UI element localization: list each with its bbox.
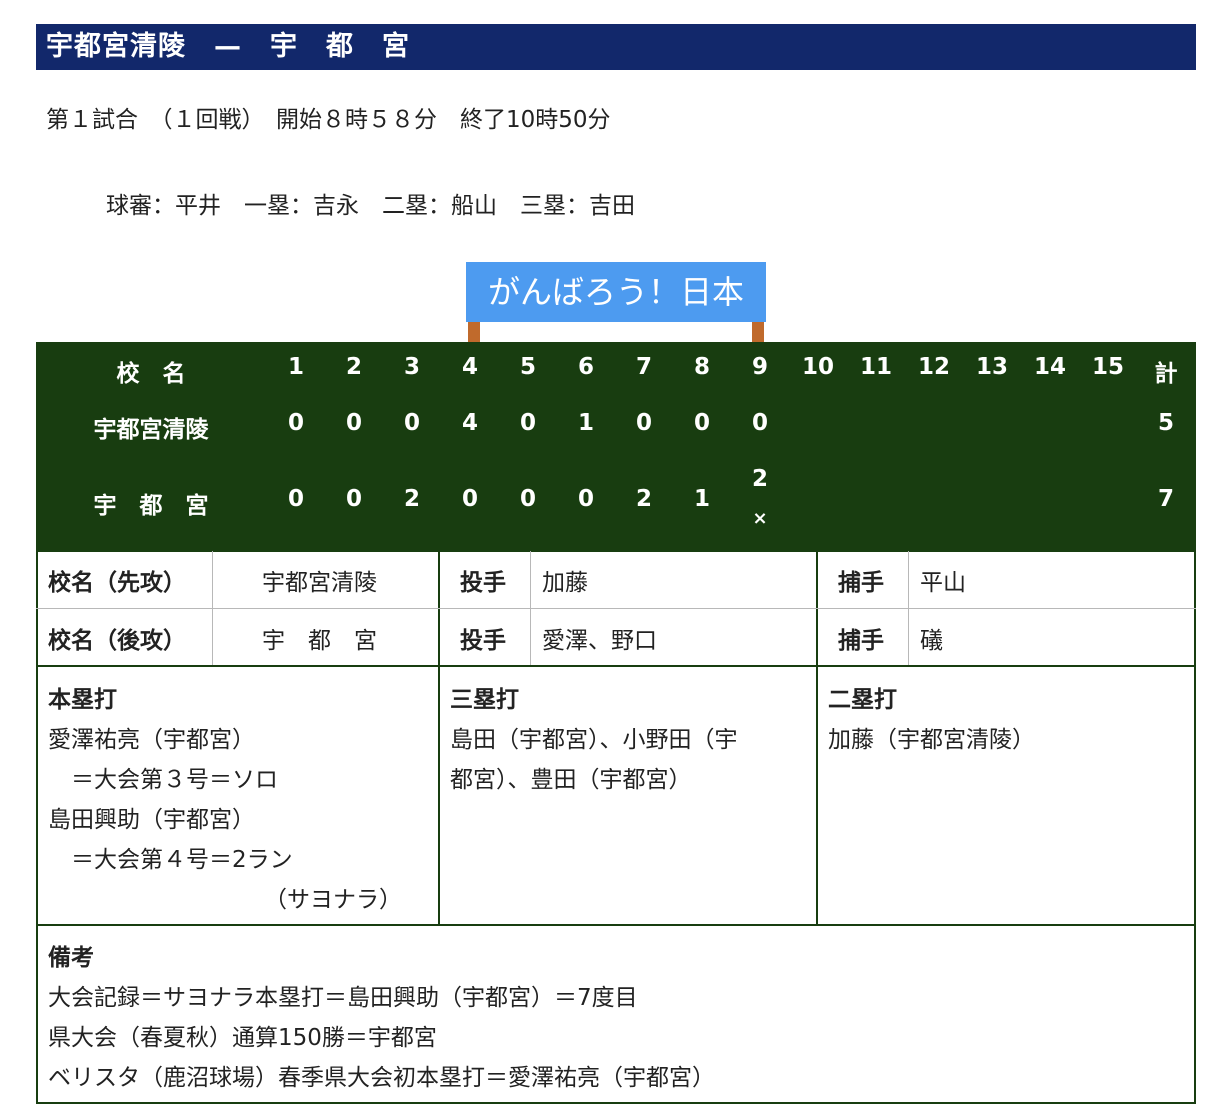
- lineup-label-first: 校名（先攻）: [48, 570, 186, 596]
- inning-score: 0: [287, 410, 304, 436]
- inning-header: 6: [577, 354, 594, 380]
- catcher-label: 捕手: [838, 570, 884, 596]
- inning-score: 1: [577, 410, 594, 436]
- page-title: 宇都宮清陵 — 宇 都 宮: [36, 24, 1196, 70]
- catcher-label: 捕手: [838, 628, 884, 654]
- inning-score: 0: [519, 486, 536, 512]
- remarks-line: 県大会（春夏秋）通算150勝＝宇都宮: [48, 1025, 437, 1051]
- inning-header: 7: [635, 354, 652, 380]
- triple-line: 都宮）、豊田（宇都宮）: [450, 767, 692, 793]
- remarks-line: 大会記録＝サヨナラ本塁打＝島田興助（宇都宮）＝7度目: [48, 985, 638, 1011]
- double-line: 加藤（宇都宮清陵）: [828, 727, 1035, 753]
- triple-line: 島田（宇都宮）、小野田（宇: [450, 727, 738, 753]
- scoreboard-header-name: 校 名: [116, 361, 186, 387]
- inning-header: 13: [975, 354, 1008, 380]
- lineup-label-second: 校名（後攻）: [48, 628, 186, 654]
- inning-score: 0: [577, 486, 594, 512]
- lineup-team-second: 宇 都 宮: [262, 628, 377, 654]
- remarks-title: 備考: [48, 945, 94, 971]
- inning-header: 11: [859, 354, 892, 380]
- total-score: 5: [1157, 410, 1174, 436]
- remarks-line: ベリスタ（鹿沼球場）春季県大会初本塁打＝愛澤祐亮（宇都宮）: [48, 1065, 715, 1091]
- total-score: 7: [1157, 486, 1174, 512]
- triple-title: 三塁打: [450, 687, 519, 713]
- inning-score: 0: [693, 410, 710, 436]
- game-info: 第１試合 （１回戦） 開始８時５８分 終了10時50分: [46, 107, 611, 133]
- umpire-info: 球審：平井 一塁：吉永 二塁：船山 三塁：吉田: [106, 193, 635, 219]
- inning-score: 0: [345, 486, 362, 512]
- inning-score: 0: [751, 410, 768, 436]
- home-run-line: ＝大会第３号＝ソロ: [48, 767, 278, 793]
- inning-score: 0: [345, 410, 362, 436]
- inning-score: 0: [287, 486, 304, 512]
- home-run-title: 本塁打: [48, 687, 117, 713]
- pitcher-name: 加藤: [542, 570, 588, 596]
- catcher-name: 平山: [920, 570, 966, 596]
- inning-header: 9: [751, 354, 768, 380]
- inning-score: 2: [751, 466, 768, 492]
- inning-header: 4: [461, 354, 478, 380]
- team-name-home: 宇 都 宮: [93, 493, 209, 519]
- inning-score: 0: [403, 410, 420, 436]
- inning-score: 0: [635, 410, 652, 436]
- inning-header: 5: [519, 354, 536, 380]
- inning-header: 14: [1033, 354, 1066, 380]
- pitcher-label: 投手: [460, 570, 506, 596]
- scoreboard: 校 名 1 2 3 4 5 6 7 8 9 10 11 12 13 14 15 …: [36, 342, 1196, 552]
- inning-score: 2: [635, 486, 652, 512]
- total-header: 計: [1154, 361, 1178, 387]
- pitcher-name: 愛澤、野口: [542, 628, 657, 654]
- sign-post-left: [468, 322, 480, 344]
- inning-score: 2: [403, 486, 420, 512]
- team-name-visitor: 宇都宮清陵: [93, 417, 209, 443]
- double-title: 二塁打: [828, 687, 897, 713]
- home-run-line: ＝大会第４号＝2ラン: [48, 847, 293, 873]
- inning-header: 2: [345, 354, 362, 380]
- inning-header: 1: [287, 354, 304, 380]
- inning-header: 12: [917, 354, 950, 380]
- inning-score: 0: [461, 486, 478, 512]
- home-run-line: 愛澤祐亮（宇都宮）: [48, 727, 255, 753]
- inning-score: 0: [519, 410, 536, 436]
- inning-header: 15: [1091, 354, 1124, 380]
- inning-header: 3: [403, 354, 420, 380]
- home-run-line: （サヨナラ）: [264, 887, 402, 913]
- sign-board: がんばろう！日本: [466, 262, 766, 322]
- walkoff-mark: ×: [752, 508, 768, 529]
- catcher-name: 礒: [920, 628, 943, 654]
- lineup-team-first: 宇都宮清陵: [262, 570, 377, 596]
- home-run-line: 島田興助（宇都宮）: [48, 807, 255, 833]
- inning-header: 8: [693, 354, 710, 380]
- pitcher-label: 投手: [460, 628, 506, 654]
- inning-header: 10: [801, 354, 834, 380]
- inning-score: 1: [693, 486, 710, 512]
- sign-post-right: [752, 322, 764, 344]
- inning-score: 4: [461, 410, 478, 436]
